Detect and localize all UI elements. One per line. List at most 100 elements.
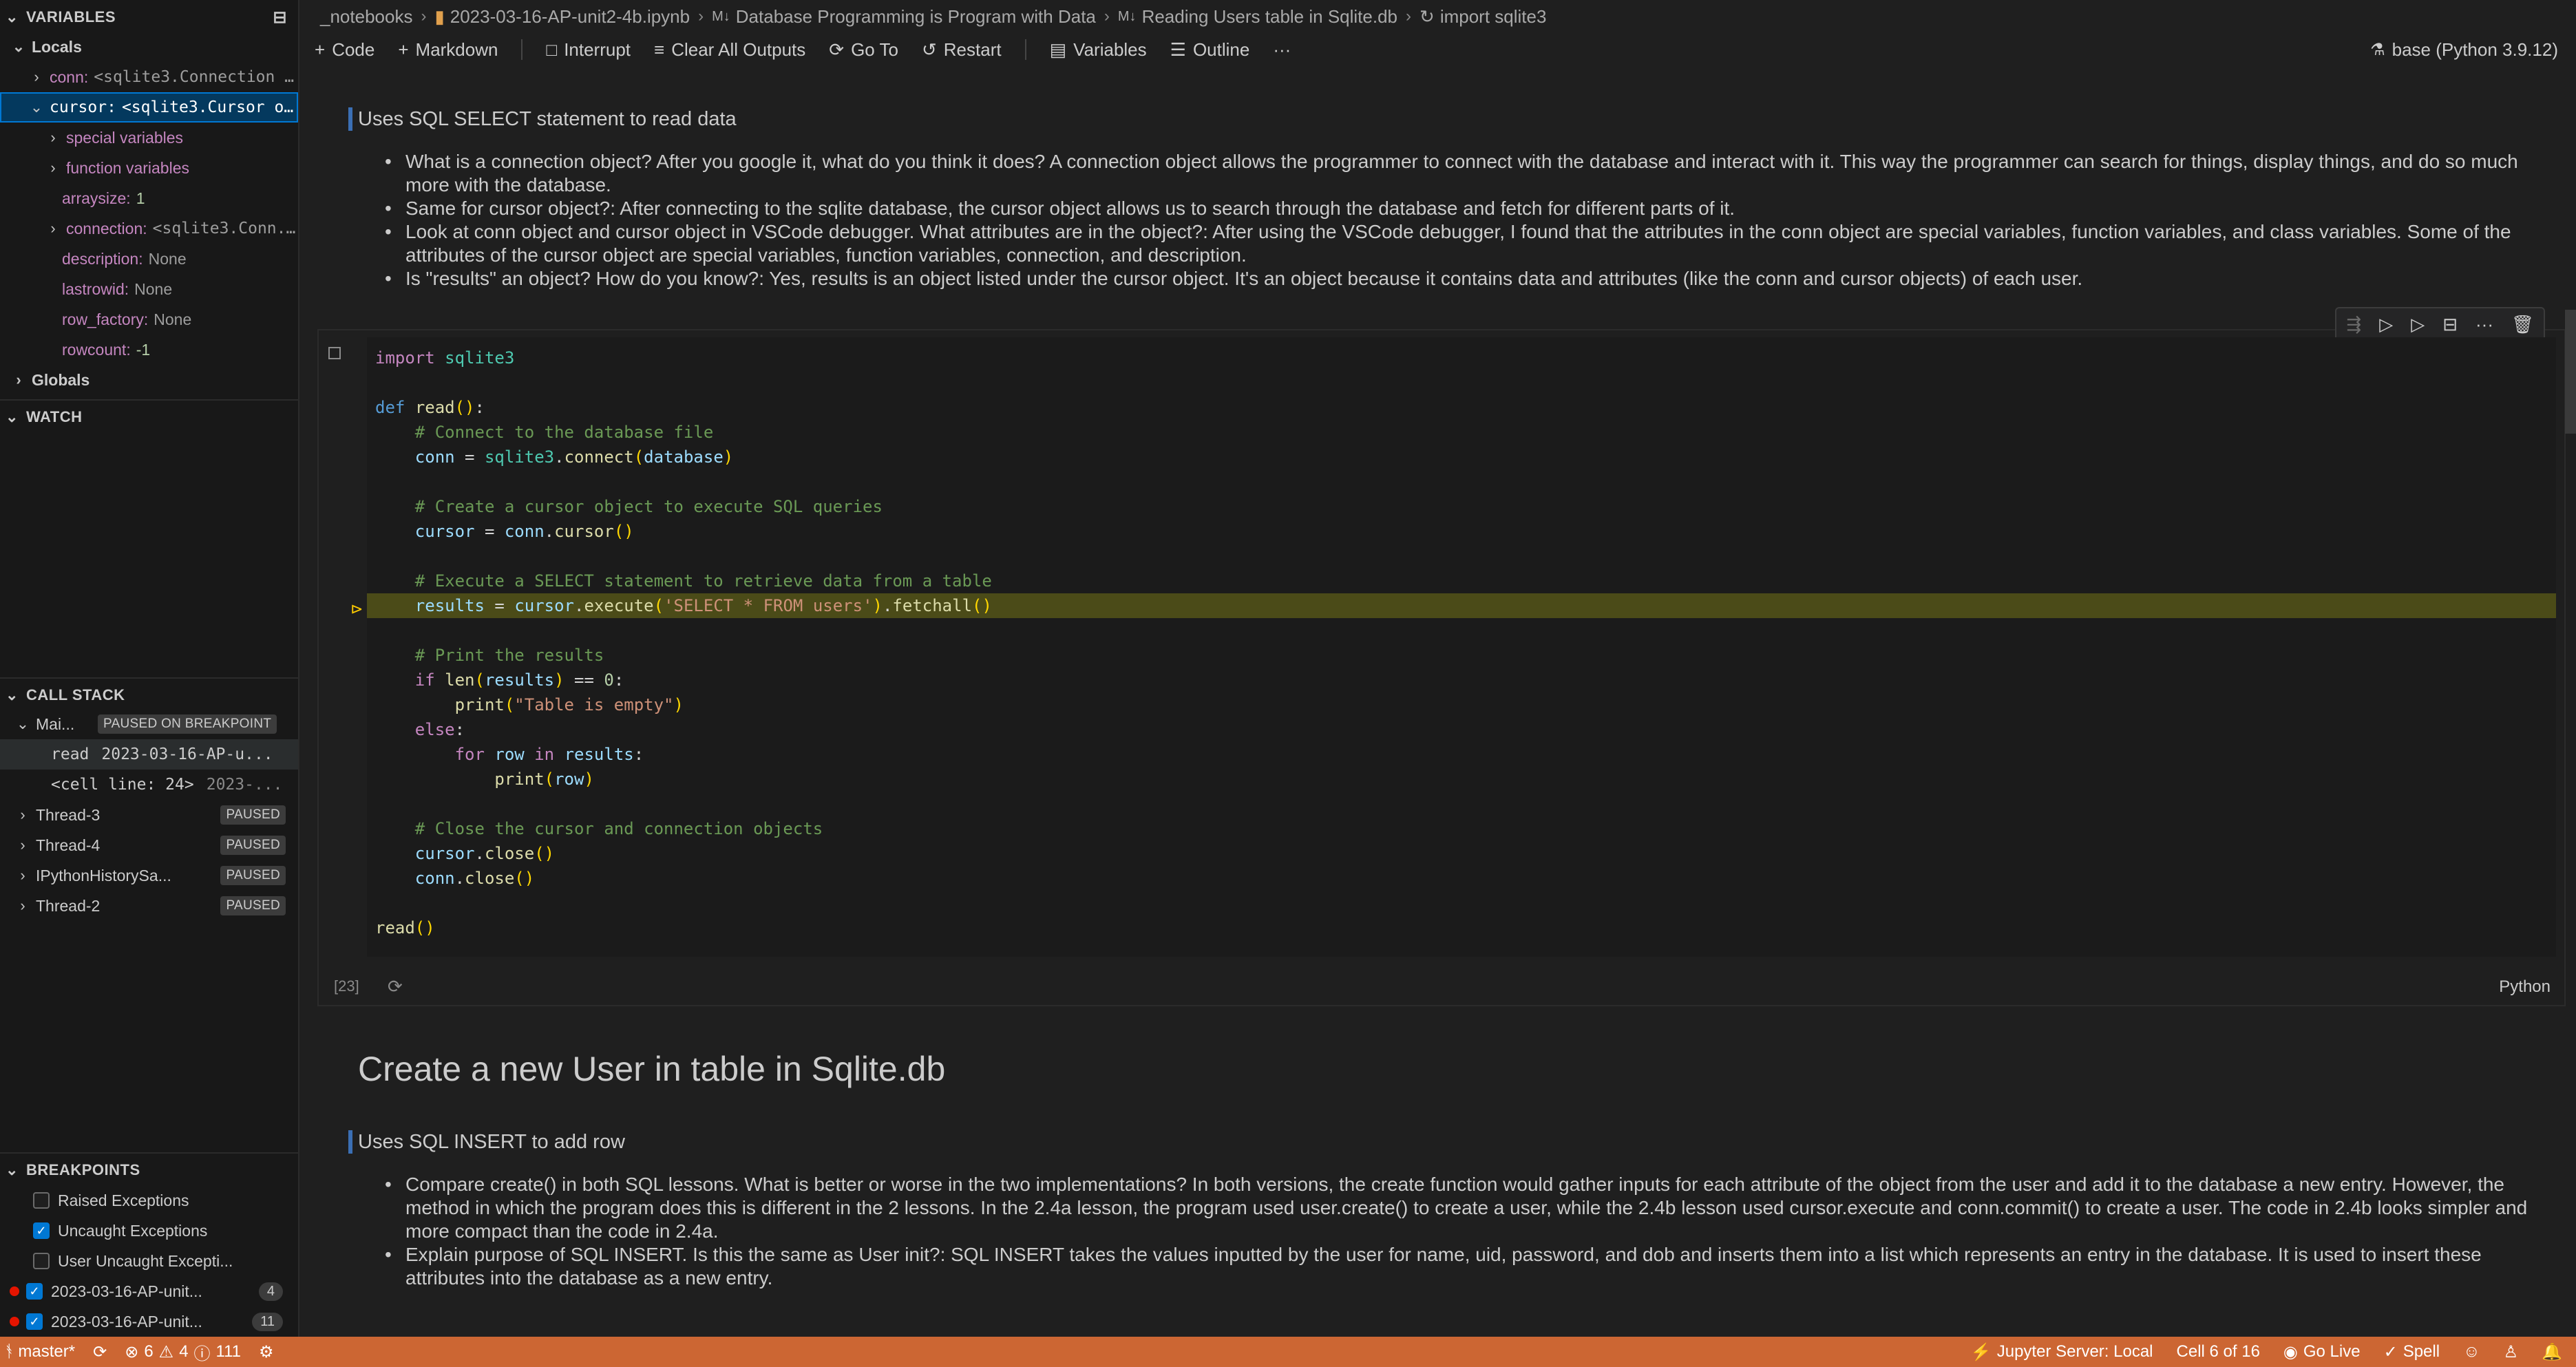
variable-value: <sqlite3.Cursor o... — [121, 98, 298, 116]
breakpoint-file[interactable]: ✓ 2023-03-16-AP-unit... 11 — [0, 1306, 298, 1337]
feedback-icon[interactable]: ☺ — [2463, 1342, 2480, 1361]
locals-scope[interactable]: ⌄ Locals — [0, 32, 298, 62]
variable-conn[interactable]: › conn: <sqlite3.Connection ... — [0, 62, 298, 92]
code-editor[interactable]: import sqlite3 def read(): # Connect to … — [367, 337, 2556, 957]
watch-title: WATCH — [26, 408, 83, 425]
delete-icon[interactable]: 🗑 — [2511, 314, 2534, 335]
notifications-icon[interactable]: 🔔 — [2542, 1342, 2562, 1362]
breadcrumb-folder[interactable]: _notebooks — [320, 6, 412, 28]
thread-item[interactable]: › Thread-2 PAUSED — [0, 891, 298, 921]
checkbox-checked[interactable]: ✓ — [26, 1283, 43, 1300]
restart-button[interactable]: ↺ Restart — [922, 39, 1002, 61]
execute-below-icon[interactable]: ▷ — [2411, 314, 2425, 335]
variable-lastrowid[interactable]: lastrowid: None — [0, 274, 298, 304]
debug-icon[interactable]: ⚙ — [259, 1342, 274, 1362]
locals-label: Locals — [32, 37, 82, 56]
thread-item[interactable]: › Thread-4 PAUSED — [0, 830, 298, 860]
breadcrumb-section[interactable]: Database Programming is Program with Dat… — [736, 6, 1096, 28]
code-cell-icon: ↻ — [1419, 6, 1435, 27]
variable-name: special variables — [66, 128, 184, 147]
cell-run-checkbox-icon[interactable] — [328, 347, 341, 359]
spell-item[interactable]: ✓ Spell — [2384, 1342, 2440, 1362]
thread-item[interactable]: › IPythonHistorySa... PAUSED — [0, 860, 298, 891]
frame-function: <cell line: 24> — [51, 776, 194, 794]
account-icon[interactable]: ♙ — [2504, 1342, 2519, 1362]
breakpoint-file[interactable]: ✓ 2023-03-16-AP-unit... 4 — [0, 1276, 298, 1306]
stack-frame-cell[interactable]: <cell line: 24> 2023-... — [0, 770, 298, 800]
checkbox[interactable] — [33, 1253, 50, 1269]
markdown-text: Uses SQL SELECT statement to read data — [358, 108, 737, 130]
callstack-header[interactable]: ⌄ CALL STACK — [0, 677, 298, 712]
execute-above-icon[interactable]: ▷ — [2379, 314, 2393, 335]
breakpoint-raised-exceptions[interactable]: Raised Exceptions — [0, 1185, 298, 1216]
breadcrumb-file[interactable]: 2023-03-16-AP-unit2-4b.ipynb — [450, 6, 690, 28]
code-cell[interactable]: ⊳ ⇶ ▷ ▷ ⊟ ··· 🗑 import sqlite3 def read(… — [317, 307, 2566, 1006]
clear-outputs-button[interactable]: ≡ Clear All Outputs — [654, 39, 805, 61]
add-code-button[interactable]: + Code — [315, 39, 374, 61]
broadcast-icon: ◉ — [2283, 1342, 2298, 1361]
chevron-down-icon: ⌄ — [30, 98, 43, 116]
notebook-file-icon: ▮ — [434, 6, 445, 27]
more-icon[interactable]: ··· — [2475, 314, 2493, 335]
branch-item[interactable]: ᚬ master* — [4, 1342, 75, 1361]
variable-cursor[interactable]: ⌄ cursor: <sqlite3.Cursor o... — [0, 92, 298, 123]
split-cell-icon[interactable]: ⊟ — [2442, 314, 2458, 335]
sync-icon[interactable]: ⟳ — [93, 1342, 107, 1362]
interrupt-button[interactable]: □ Interrupt — [546, 39, 631, 61]
toolbar-divider — [1024, 39, 1026, 60]
section-heading: Create a new User in table in Sqlite.db — [358, 1050, 946, 1088]
info-count: 111 — [215, 1342, 242, 1361]
problems-item[interactable]: ⊗ 6 ⚠ 4 ⓘ 111 — [125, 1340, 241, 1364]
add-markdown-button[interactable]: + Markdown — [398, 39, 498, 61]
code-line: print(row) — [494, 770, 594, 789]
breadcrumb-cell[interactable]: import sqlite3 — [1440, 6, 1547, 28]
globals-scope[interactable]: › Globals — [0, 365, 298, 395]
refresh-icon[interactable]: ⟳ — [388, 976, 403, 997]
cell-indicator[interactable]: Cell 6 of 16 — [2177, 1342, 2260, 1361]
cell-language-picker[interactable]: Python — [2499, 977, 2551, 997]
breadcrumb-section[interactable]: Reading Users table in Sqlite.db — [1142, 6, 1397, 28]
breakpoint-user-uncaught[interactable]: User Uncaught Excepti... — [0, 1246, 298, 1276]
markdown-cell-heading[interactable]: Uses SQL INSERT to add row — [348, 1130, 625, 1154]
kernel-picker[interactable]: ⚗ base (Python 3.9.12) — [2370, 33, 2558, 66]
checkbox-checked[interactable]: ✓ — [26, 1313, 43, 1330]
chevron-right-icon: › — [20, 806, 25, 823]
go-to-button[interactable]: ⟳ Go To — [829, 39, 898, 61]
variable-name: row_factory: — [62, 310, 149, 328]
variable-special-variables[interactable]: › special variables — [0, 123, 298, 153]
thread-item[interactable]: › Thread-3 PAUSED — [0, 800, 298, 830]
status-badge: PAUSED — [220, 896, 286, 915]
run-by-line-icon[interactable]: ⇶ — [2346, 314, 2361, 335]
checkbox[interactable] — [33, 1192, 50, 1209]
go-live-item[interactable]: ◉ Go Live — [2283, 1342, 2361, 1362]
more-actions-button[interactable]: ··· — [1273, 39, 1291, 61]
breakpoint-current-line-icon[interactable]: ⊳ — [350, 600, 363, 618]
breakpoints-header[interactable]: ⌄ BREAKPOINTS — [0, 1152, 298, 1187]
error-count: 6 — [144, 1342, 154, 1361]
variable-arraysize[interactable]: arraysize: 1 — [0, 183, 298, 213]
variable-rowcount[interactable]: rowcount: -1 — [0, 335, 298, 365]
watch-header[interactable]: ⌄ WATCH — [0, 399, 298, 434]
status-badge: PAUSED — [220, 866, 286, 885]
outline-button[interactable]: ☰ Outline — [1170, 39, 1250, 61]
variable-row-factory[interactable]: row_factory: None — [0, 304, 298, 335]
stack-frame-read[interactable]: read 2023-03-16-AP-u... — [0, 739, 298, 770]
breakpoint-dot-icon — [10, 1286, 19, 1296]
scrollbar-thumb[interactable] — [2565, 310, 2576, 434]
thread-name: Thread-2 — [36, 896, 101, 915]
checkbox-checked[interactable]: ✓ — [33, 1222, 50, 1239]
breakpoint-uncaught-exceptions[interactable]: ✓ Uncaught Exceptions — [0, 1216, 298, 1246]
variables-header[interactable]: ⌄ VARIABLES ⊟ — [0, 0, 298, 34]
variable-description[interactable]: description: None — [0, 244, 298, 274]
variable-connection[interactable]: › connection: <sqlite3.Conn... — [0, 213, 298, 244]
git-branch-icon: ᚬ — [4, 1342, 14, 1361]
variable-name: conn: — [50, 67, 89, 86]
jupyter-server-item[interactable]: ⚡ Jupyter Server: Local — [1971, 1342, 2153, 1362]
variable-function-variables[interactable]: › function variables — [0, 153, 298, 183]
variables-button[interactable]: ▤ Variables — [1050, 39, 1147, 61]
callstack-main-thread[interactable]: ⌄ Mai... PAUSED ON BREAKPOINT — [0, 709, 298, 739]
chevron-right-icon: › — [20, 867, 25, 884]
collapse-all-icon[interactable]: ⊟ — [273, 8, 287, 28]
server-icon: ⚡ — [1970, 1342, 1992, 1361]
markdown-cell-heading[interactable]: Uses SQL SELECT statement to read data — [348, 107, 737, 131]
